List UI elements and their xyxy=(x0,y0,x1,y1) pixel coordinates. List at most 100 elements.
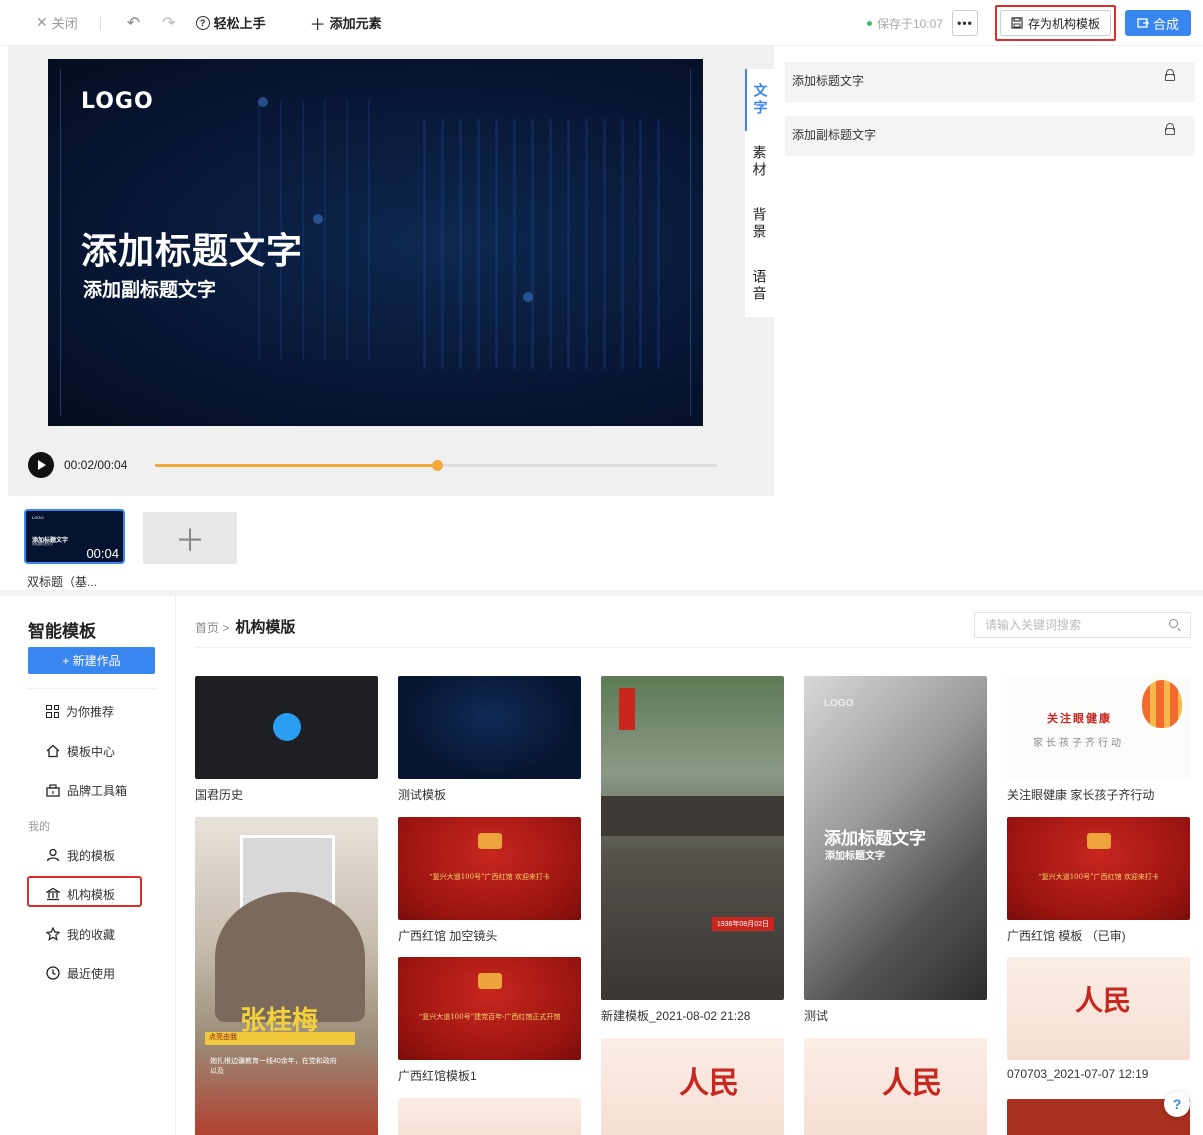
scene-thumbnail[interactable]: LOGO 添加标题文字 添加副标题文字 00:04 xyxy=(24,509,125,564)
sidebar-item-recommend[interactable]: 为你推荐 xyxy=(46,701,114,721)
template-card[interactable] xyxy=(1007,1099,1190,1135)
canvas-logo-text[interactable]: LOGO xyxy=(81,89,154,114)
add-element-button[interactable]: ＋ 添加元素 xyxy=(310,11,382,35)
template-thumbnail xyxy=(398,1098,581,1135)
close-label: 关闭 xyxy=(51,16,78,31)
new-project-button[interactable]: + 新建作品 xyxy=(28,647,155,674)
side-tabs: 文字 素材 背景 语音 xyxy=(745,69,774,317)
sidebar-item-template-center[interactable]: 模板中心 xyxy=(46,741,115,761)
toolbar-divider xyxy=(99,15,101,30)
template-thumbnail: “复兴大道100号”建党百年·广西红馆正式开馆 xyxy=(398,957,581,1060)
canvas-dot xyxy=(523,292,533,302)
saved-status-dot xyxy=(866,20,872,26)
sidebar-item-brand-toolbox[interactable]: 品牌工具箱 xyxy=(46,780,127,800)
text-properties-panel: 添加标题文字 添加副标题文字 xyxy=(785,62,1195,170)
anniversary-badge-icon xyxy=(478,833,502,849)
template-title: 测试模板 xyxy=(398,788,447,802)
undo-icon[interactable]: ↶ xyxy=(127,13,140,33)
sidebar: 智能模板 + 新建作品 为你推荐 模板中心 品牌工具箱 我的 我的模板 机构模板… xyxy=(8,596,176,1135)
grid-icon xyxy=(46,704,59,718)
template-title: 广西红馆模板1 xyxy=(398,1069,477,1083)
template-card[interactable]: 关注眼健康 家长孩子齐行动 关注眼健康 家长孩子齐行动 xyxy=(1007,676,1190,803)
video-canvas[interactable]: LOGO 添加标题文字 添加副标题文字 xyxy=(48,59,703,426)
search-icon[interactable] xyxy=(1169,619,1178,628)
toolbox-icon xyxy=(46,784,60,797)
help-label: 轻松上手 xyxy=(213,16,266,31)
template-title: 广西红馆 加空镜头 xyxy=(398,929,498,943)
more-button[interactable]: ••• xyxy=(951,10,978,36)
sidebar-item-label: 机构模板 xyxy=(67,887,116,902)
scene-label: 双标题（基... xyxy=(27,575,98,589)
photo-date-tag: 1936年08月02日 xyxy=(711,917,774,931)
building-roof-graphic xyxy=(601,796,784,836)
template-card[interactable]: LOGO 添加标题文字 添加标题文字 测试 xyxy=(804,676,987,1024)
sidebar-item-label: 为你推荐 xyxy=(66,704,115,719)
template-card[interactable]: 国君历史 xyxy=(195,676,378,803)
template-card[interactable]: “复兴大道100号”建党百年·广西红馆正式开馆 广西红馆模板1 xyxy=(398,957,581,1084)
editor-stage: LOGO 添加标题文字 添加副标题文字 00:02/00:04 xyxy=(8,46,774,496)
playback-track[interactable] xyxy=(155,460,718,471)
sidebar-item-label: 最近使用 xyxy=(67,966,116,981)
sidebar-item-label: 品牌工具箱 xyxy=(67,783,128,798)
sidebar-item-recent[interactable]: 最近使用 xyxy=(46,963,115,983)
template-card[interactable]: “复兴大道100号”广西红馆 欢迎来打卡 广西红馆 模板 （已审) xyxy=(1007,817,1190,944)
template-card[interactable]: 人民 xyxy=(804,1038,987,1135)
template-card[interactable]: 人民 070703_2021-07-07 12:19 xyxy=(1007,957,1190,1081)
renmin-text: 人民 xyxy=(679,1066,739,1101)
tab-background[interactable]: 背景 xyxy=(745,193,774,255)
template-card[interactable] xyxy=(398,1098,581,1135)
template-card[interactable]: “复兴大道100号”广西红馆 欢迎来打卡 广西红馆 加空镜头 xyxy=(398,817,581,944)
template-card[interactable]: 测试模板 xyxy=(398,676,581,803)
template-title: 测试 xyxy=(804,1009,829,1023)
subtitle-text-value: 添加副标题文字 xyxy=(792,128,877,142)
compose-button[interactable]: 合成 xyxy=(1125,10,1191,36)
canvas-title-text[interactable]: 添加标题文字 xyxy=(81,222,303,274)
anniversary-badge-icon xyxy=(1087,833,1111,849)
canvas-subtitle-text[interactable]: 添加副标题文字 xyxy=(83,275,216,302)
close-button[interactable]: ✕ 关闭 xyxy=(36,13,78,32)
clock-icon xyxy=(46,966,60,980)
template-title: 关注眼健康 家长孩子齐行动 xyxy=(1007,788,1155,802)
breadcrumb-home[interactable]: 首页 > xyxy=(195,619,229,636)
search-input[interactable] xyxy=(985,613,1165,637)
close-icon: ✕ xyxy=(36,14,48,30)
sidebar-divider xyxy=(28,688,156,689)
type-subtitle: 添加标题文字 xyxy=(825,851,885,862)
unlock-icon[interactable] xyxy=(1165,123,1175,135)
template-thumbnail: LOGO 添加标题文字 添加标题文字 xyxy=(804,676,987,1000)
plus-icon: ＋ xyxy=(309,16,326,34)
title-text-value: 添加标题文字 xyxy=(792,74,865,88)
title-text-field[interactable]: 添加标题文字 xyxy=(785,62,1195,102)
save-icon xyxy=(1011,17,1023,29)
playback-handle[interactable] xyxy=(431,460,443,471)
help-float-button[interactable]: ? xyxy=(1164,1091,1190,1117)
hot-air-balloon-graphic xyxy=(1142,680,1182,728)
template-thumbnail: 人民 xyxy=(804,1038,987,1135)
template-thumbnail xyxy=(1007,1099,1190,1135)
highlight-box: 存为机构模板 xyxy=(994,5,1116,41)
add-scene-button[interactable]: ＋ xyxy=(143,512,237,564)
star-icon xyxy=(46,927,60,941)
playback-bar: 00:02/00:04 xyxy=(28,452,728,478)
renmin-text: 人民 xyxy=(1075,984,1132,1017)
help-button[interactable]: ? 轻松上手 xyxy=(195,13,266,32)
template-card[interactable]: 张桂梅 点亮由我 她扎根边疆教育一线40余年，在党和政府以及 xyxy=(195,817,378,1135)
tab-material[interactable]: 素材 xyxy=(745,131,774,193)
sidebar-item-my-templates[interactable]: 我的模板 xyxy=(46,845,115,865)
subtitle-text-field[interactable]: 添加副标题文字 xyxy=(785,116,1195,156)
tab-text[interactable]: 文字 xyxy=(745,69,774,131)
redo-icon[interactable]: ↷ xyxy=(162,13,175,33)
canvas-dot xyxy=(258,97,268,107)
unlock-icon[interactable] xyxy=(1165,69,1175,81)
template-card[interactable]: 人民 xyxy=(601,1038,784,1135)
sidebar-item-favorites[interactable]: 我的收藏 xyxy=(46,924,115,944)
play-button[interactable] xyxy=(28,452,54,478)
user-icon xyxy=(46,848,60,862)
portrait-caption: 她扎根边疆教育一线40余年，在党和政府以及 xyxy=(210,1058,337,1075)
sidebar-item-institution-templates[interactable]: 机构模板 xyxy=(46,884,115,904)
home-icon xyxy=(46,744,60,758)
eye-card-subtitle: 家长孩子齐行动 xyxy=(1033,738,1124,749)
tab-voice[interactable]: 语音 xyxy=(745,255,774,317)
template-card[interactable]: 1936年08月02日 新建模板_2021-08-02 21:28 xyxy=(601,676,784,1024)
save-as-template-button[interactable]: 存为机构模板 xyxy=(999,10,1111,36)
